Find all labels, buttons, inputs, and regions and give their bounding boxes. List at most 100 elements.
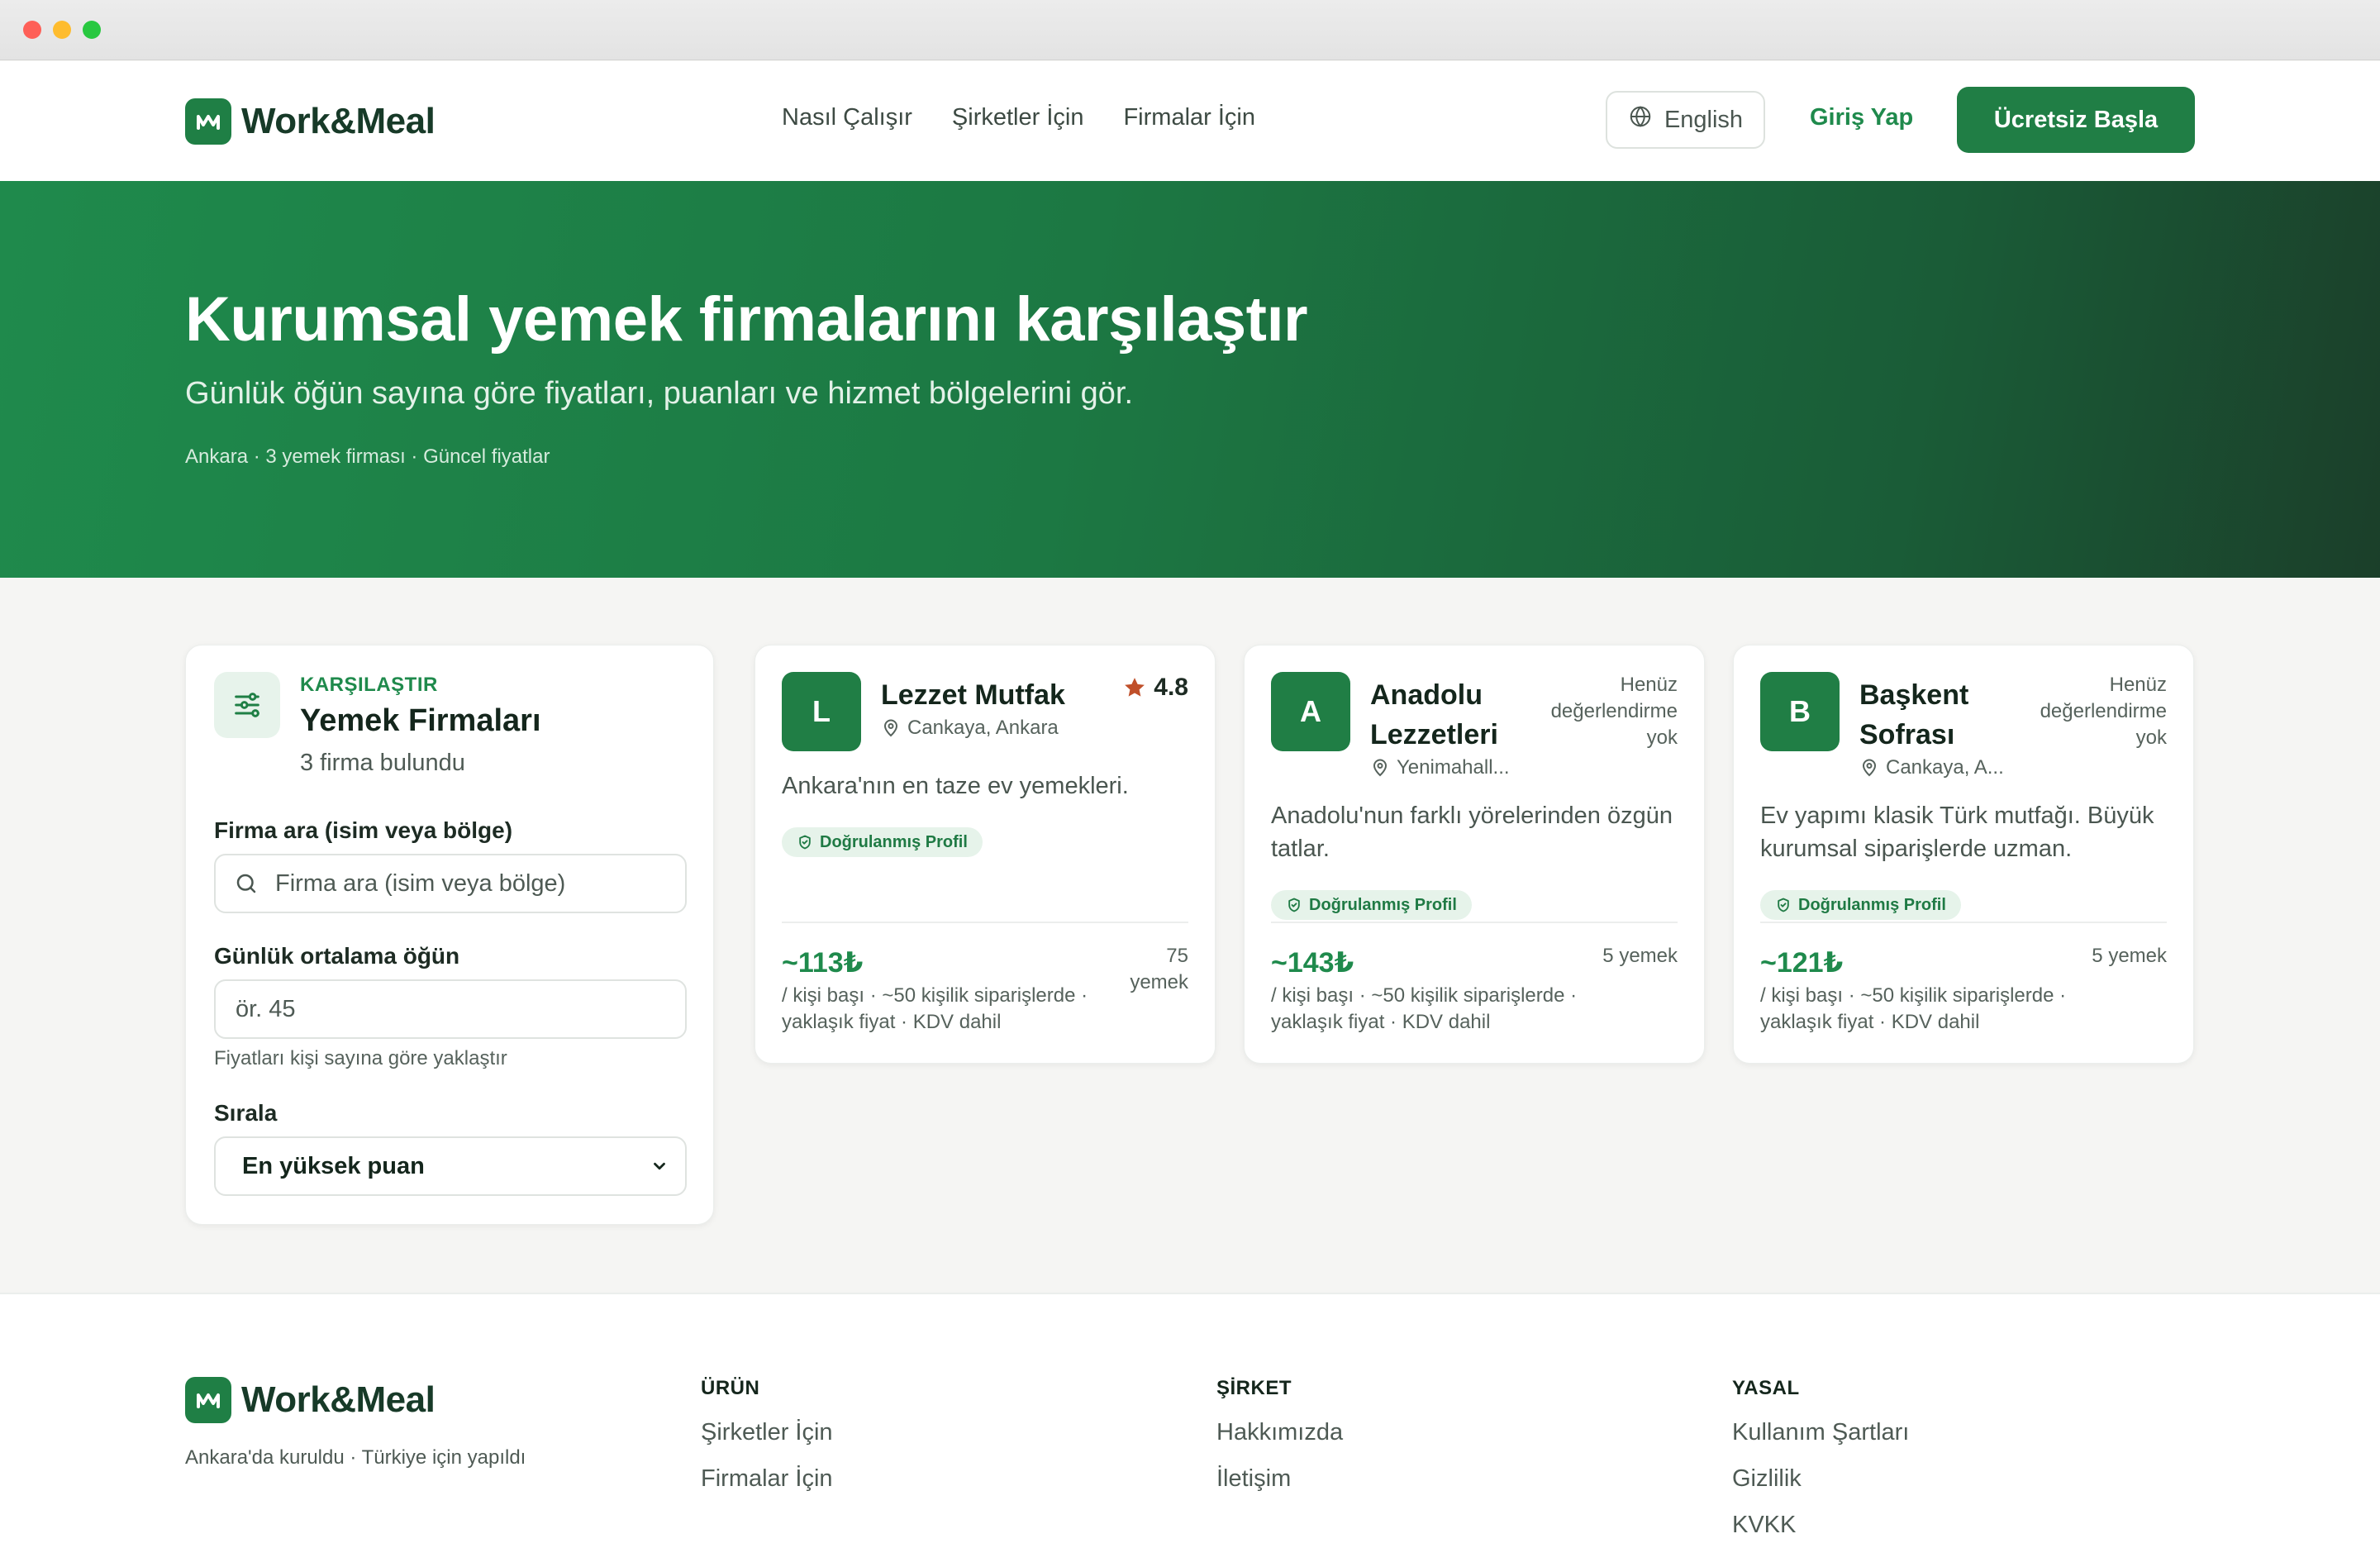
chevron-down-icon [650, 1157, 669, 1175]
footer-link-terms[interactable]: Kullanım Şartları [1732, 1418, 1909, 1446]
footer-tagline: Ankara'da kuruldu · Türkiye için yapıldı [185, 1446, 526, 1469]
firm-location: Yenimahall... [1370, 756, 1510, 779]
firm-name: Anadolu Lezzetleri [1370, 675, 1498, 755]
footer-link-for-companies[interactable]: Şirketler İçin [701, 1418, 833, 1446]
verified-badge-label: Doğrulanmış Profil [1798, 895, 1946, 914]
shield-check-icon [1286, 897, 1302, 913]
footer-link-contact[interactable]: İletişim [1216, 1465, 1343, 1493]
nav-link-how-it-works[interactable]: Nasıl Çalışır [782, 104, 912, 131]
sort-value: En yüksek puan [242, 1152, 425, 1179]
logo-icon [185, 98, 231, 145]
footer-heading: ÜRÜN [701, 1377, 760, 1399]
firm-location-text: Cankaya, Ankara [907, 717, 1059, 739]
meals-label: Günlük ortalama öğün [214, 943, 460, 969]
window-titlebar [0, 0, 2380, 60]
rating-value: 4.8 [1154, 674, 1188, 701]
firm-name-line: Sofrası [1859, 719, 1955, 750]
firm-avatar: A [1271, 672, 1350, 751]
brand-logo[interactable]: Work&Meal [185, 98, 436, 145]
unrated-label: Henüz değerlendirme yok [1550, 674, 1678, 749]
hero-subtitle: Günlük öğün sayına göre fiyatları, puanl… [185, 376, 1133, 411]
footer-logo[interactable]: Work&Meal [185, 1377, 436, 1423]
filter-panel: KARŞILAŞTIR Yemek Firmaları 3 firma bulu… [185, 645, 714, 1225]
footer-column-legal: YASAL Kullanım Şartları Gizlilik KVKK [1732, 1377, 1909, 1548]
top-navbar: Work&Meal Nasıl Çalışır Şirketler İçin F… [0, 61, 2380, 181]
firm-description: Ankara'nın en taze ev yemekleri. [782, 773, 1129, 799]
map-pin-icon [881, 718, 901, 738]
nav-link-for-companies[interactable]: Şirketler İçin [952, 104, 1084, 131]
meals-input[interactable]: ör. 45 [214, 979, 687, 1039]
footer-link-privacy[interactable]: Gizlilik [1732, 1465, 1909, 1493]
map-pin-icon [1859, 758, 1879, 778]
unrated-label: Henüz değerlendirme yok [2040, 674, 2167, 749]
price-note: / kişi başı · ~50 kişilik siparişlerde ·… [1760, 984, 2067, 1033]
minimize-window-button[interactable] [53, 21, 71, 39]
footer-link-for-caterers[interactable]: Firmalar İçin [701, 1465, 833, 1493]
firm-card[interactable]: B Başkent Sofrası Cankaya, A... Henüz de… [1733, 645, 2194, 1064]
globe-icon [1628, 104, 1653, 136]
card-divider [1271, 922, 1678, 923]
firm-price: ~121₺ [1760, 947, 1844, 979]
hero-banner: Kurumsal yemek firmalarını karşılaştır G… [0, 181, 2380, 578]
footer-heading: ŞİRKET [1216, 1377, 1292, 1399]
star-icon [1122, 675, 1147, 700]
footer-column-company: ŞİRKET Hakkımızda İletişim [1216, 1377, 1343, 1511]
firm-card[interactable]: A Anadolu Lezzetleri Yenimahall... Henüz… [1244, 645, 1705, 1064]
sort-select[interactable]: En yüksek puan [214, 1136, 687, 1196]
price-note: / kişi başı · ~50 kişilik siparişlerde ·… [1271, 984, 1578, 1033]
card-divider [782, 922, 1188, 923]
firm-description: Ev yapımı klasik Türk mutfağı. Büyük kur… [1760, 803, 2154, 862]
footer-column-product: ÜRÜN Şirketler İçin Firmalar İçin [701, 1377, 833, 1511]
search-icon [234, 871, 259, 896]
verified-badge: Doğrulanmış Profil [1271, 890, 1472, 920]
nav-link-for-caterers[interactable]: Firmalar İçin [1123, 104, 1255, 131]
firm-price: ~143₺ [1271, 947, 1354, 979]
firm-location: Cankaya, Ankara [881, 717, 1059, 740]
verified-badge-label: Doğrulanmış Profil [820, 832, 968, 851]
search-input[interactable]: Firma ara (isim veya bölge) [275, 870, 565, 898]
brand-name: Work&Meal [241, 101, 436, 141]
firm-location: Cankaya, A... [1859, 756, 2004, 779]
meal-count: 75 yemek [1130, 945, 1188, 993]
firm-description: Anadolu'nun farklı yörelerinden özgün ta… [1271, 803, 1673, 862]
footer-link-about[interactable]: Hakkımızda [1216, 1418, 1343, 1446]
map-pin-icon [1370, 758, 1390, 778]
firm-location-text: Yenimahall... [1397, 756, 1510, 779]
verified-badge: Doğrulanmış Profil [782, 827, 983, 857]
firm-name-line: Lezzetleri [1370, 719, 1498, 750]
shield-check-icon [797, 834, 813, 850]
zoom-window-button[interactable] [83, 21, 101, 39]
filter-eyebrow: KARŞILAŞTIR [300, 674, 438, 696]
brand-name: Work&Meal [241, 1379, 436, 1420]
hero-meta: Ankara · 3 yemek firması · Güncel fiyatl… [185, 445, 550, 468]
search-field[interactable]: Firma ara (isim veya bölge) [214, 854, 687, 913]
main-nav: Nasıl Çalışır Şirketler İçin Firmalar İç… [782, 104, 1255, 131]
close-window-button[interactable] [23, 21, 41, 39]
firm-location-text: Cankaya, A... [1886, 756, 2004, 779]
shield-check-icon [1775, 897, 1792, 913]
footer-link-kvkk[interactable]: KVKK [1732, 1511, 1909, 1539]
language-label: English [1664, 106, 1744, 133]
search-label: Firma ara (isim veya bölge) [214, 817, 513, 843]
card-divider [1760, 922, 2167, 923]
meal-count: 5 yemek [1602, 945, 1678, 967]
firm-card[interactable]: L Lezzet Mutfak Cankaya, Ankara 4.8 Anka… [754, 645, 1216, 1064]
login-link[interactable]: Giriş Yap [1810, 104, 1913, 131]
firm-name-line: Başkent [1859, 679, 1969, 711]
verified-badge: Doğrulanmış Profil [1760, 890, 1961, 920]
sort-label: Sırala [214, 1100, 278, 1126]
get-started-button[interactable]: Ücretsiz Başla [1957, 87, 2195, 153]
verified-badge-label: Doğrulanmış Profil [1309, 895, 1457, 914]
firm-avatar: B [1760, 672, 1840, 751]
site-footer: Work&Meal Ankara'da kuruldu · Türkiye iç… [0, 1293, 2380, 1548]
sliders-icon [214, 672, 280, 738]
firm-name-line: Anadolu [1370, 679, 1483, 711]
price-note: / kişi başı · ~50 kişilik siparişlerde ·… [782, 984, 1088, 1033]
footer-heading: YASAL [1732, 1377, 1800, 1399]
language-button[interactable]: English [1606, 91, 1765, 149]
firm-rating: 4.8 [1122, 674, 1188, 702]
firm-name: Lezzet Mutfak [881, 675, 1065, 715]
meals-hint: Fiyatları kişi sayına göre yaklaştır [214, 1047, 507, 1069]
firm-name: Başkent Sofrası [1859, 675, 1968, 755]
firm-avatar: L [782, 672, 861, 751]
